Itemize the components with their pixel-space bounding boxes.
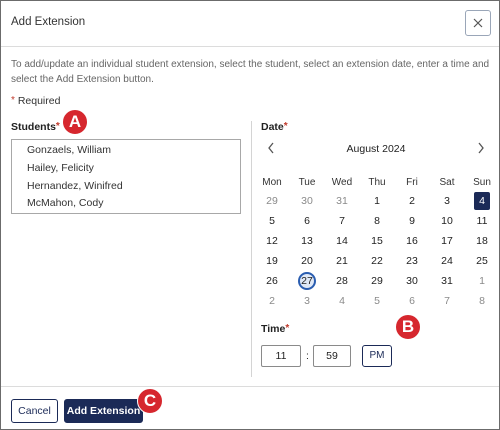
date-label: Date* xyxy=(261,121,288,133)
time-separator: : xyxy=(306,350,309,362)
callout-b: B xyxy=(395,314,421,340)
calendar-day[interactable]: 28 xyxy=(329,272,355,290)
date-label-text: Date xyxy=(261,121,284,133)
required-label: Required xyxy=(17,95,61,107)
next-month-button[interactable] xyxy=(477,141,485,157)
calendar-day[interactable]: 1 xyxy=(469,272,495,290)
required-legend: * Required xyxy=(11,95,60,107)
dialog-title: Add Extension xyxy=(11,16,86,28)
calendar-day[interactable]: 25 xyxy=(469,252,495,270)
calendar-day[interactable]: 13 xyxy=(294,232,320,250)
calendar-day[interactable]: 5 xyxy=(259,212,285,230)
instructions-text: To add/update an individual student exte… xyxy=(11,59,490,85)
chevron-right-icon xyxy=(478,142,484,154)
am-pm-toggle[interactable]: PM xyxy=(362,345,392,367)
weekday-label: Mon xyxy=(262,177,282,188)
calendar-day[interactable]: 2 xyxy=(259,292,285,310)
calendar-day[interactable]: 4 xyxy=(474,192,490,210)
calendar-day[interactable]: 7 xyxy=(329,212,355,230)
calendar-day[interactable]: 16 xyxy=(399,232,425,250)
weekday-label: Tue xyxy=(298,177,316,188)
students-label: Students* xyxy=(11,121,60,133)
callout-c: C xyxy=(137,388,163,414)
calendar-day[interactable]: 30 xyxy=(294,192,320,210)
add-extension-button[interactable]: Add Extension xyxy=(64,399,143,423)
student-item[interactable]: Hailey, Felicity xyxy=(27,162,94,174)
weekday-label: Sun xyxy=(473,177,491,188)
calendar-day[interactable]: 12 xyxy=(259,232,285,250)
calendar-day[interactable]: 3 xyxy=(294,292,320,310)
calendar-day[interactable]: 9 xyxy=(399,212,425,230)
callout-a: A xyxy=(62,109,88,135)
calendar-day[interactable]: 6 xyxy=(399,292,425,310)
time-label-text: Time xyxy=(261,323,286,335)
close-button[interactable] xyxy=(465,10,491,36)
weekday-label: Sat xyxy=(439,177,455,188)
calendar-day[interactable]: 8 xyxy=(469,292,495,310)
student-item[interactable]: Hernandez, Winifred xyxy=(27,180,123,192)
calendar-day[interactable]: 8 xyxy=(364,212,390,230)
calendar-day[interactable]: 15 xyxy=(364,232,390,250)
cancel-button[interactable]: Cancel xyxy=(11,399,58,423)
calendar-day[interactable]: 5 xyxy=(364,292,390,310)
column-divider xyxy=(251,121,252,377)
close-icon xyxy=(473,18,483,28)
calendar-day[interactable]: 20 xyxy=(294,252,320,270)
minute-input[interactable]: 59 xyxy=(313,345,351,367)
footer-divider xyxy=(1,386,499,387)
calendar-day[interactable]: 29 xyxy=(259,192,285,210)
calendar-day[interactable]: 7 xyxy=(434,292,460,310)
weekday-label: Thu xyxy=(368,177,386,188)
calendar-day[interactable]: 26 xyxy=(259,272,285,290)
hour-input[interactable]: 11 xyxy=(261,345,301,367)
calendar-day[interactable]: 27 xyxy=(298,272,316,290)
calendar-day[interactable]: 21 xyxy=(329,252,355,270)
calendar-day[interactable]: 14 xyxy=(329,232,355,250)
students-listbox[interactable]: Gonzaels, William Hailey, Felicity Herna… xyxy=(11,139,241,214)
calendar-day[interactable]: 2 xyxy=(399,192,425,210)
calendar-day[interactable]: 30 xyxy=(399,272,425,290)
required-asterisk: * xyxy=(11,95,15,106)
add-extension-dialog: Add Extension To add/update an individua… xyxy=(0,0,500,430)
time-required-asterisk: * xyxy=(285,323,290,334)
calendar-day[interactable]: 24 xyxy=(434,252,460,270)
calendar-day[interactable]: 10 xyxy=(434,212,460,230)
student-item[interactable]: McMahon, Cody xyxy=(27,197,103,209)
calendar-day[interactable]: 11 xyxy=(469,212,495,230)
calendar-day[interactable]: 23 xyxy=(399,252,425,270)
calendar-day[interactable]: 19 xyxy=(259,252,285,270)
calendar-day[interactable]: 31 xyxy=(434,272,460,290)
calendar-day[interactable]: 22 xyxy=(364,252,390,270)
calendar-day[interactable]: 17 xyxy=(434,232,460,250)
weekday-label: Fri xyxy=(406,177,418,188)
calendar-day[interactable]: 29 xyxy=(364,272,390,290)
date-required-asterisk: * xyxy=(283,121,288,132)
weekday-label: Wed xyxy=(331,177,353,188)
dialog-header: Add Extension xyxy=(1,1,499,47)
student-item[interactable]: Gonzaels, William xyxy=(27,144,111,156)
calendar-day[interactable]: 18 xyxy=(469,232,495,250)
calendar-day[interactable]: 31 xyxy=(329,192,355,210)
calendar-month-year: August 2024 xyxy=(346,143,406,155)
time-label: Time* xyxy=(261,323,289,335)
calendar-day[interactable]: 4 xyxy=(329,292,355,310)
students-label-text: Students xyxy=(11,121,56,133)
calendar-day[interactable]: 1 xyxy=(364,192,390,210)
calendar-day[interactable]: 3 xyxy=(434,192,460,210)
calendar-day[interactable]: 6 xyxy=(294,212,320,230)
students-required-asterisk: * xyxy=(55,121,60,132)
